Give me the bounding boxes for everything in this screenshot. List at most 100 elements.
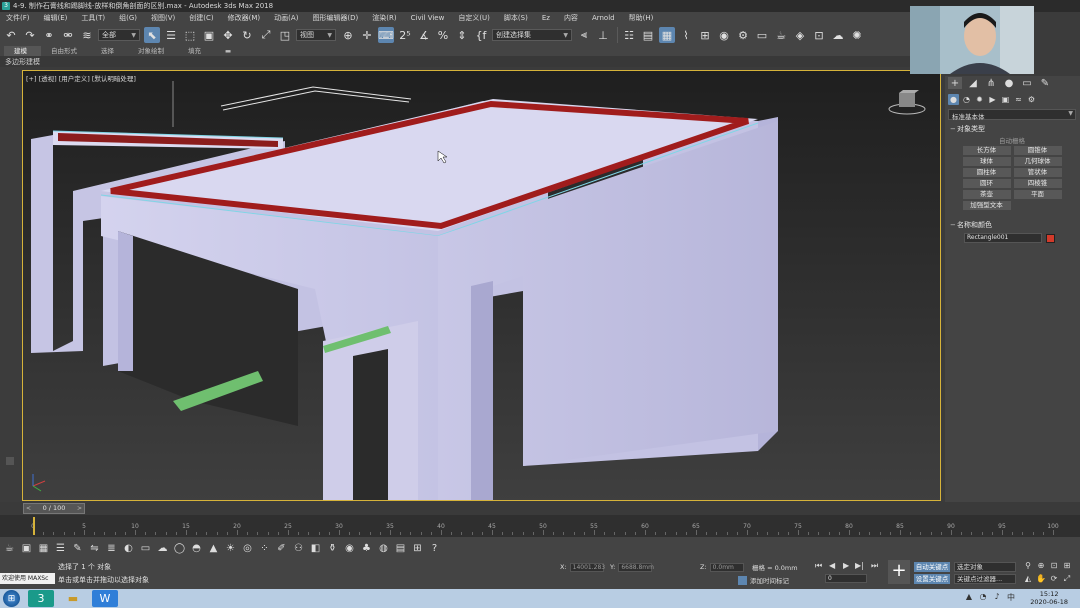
motion-tab-icon[interactable]: ● <box>1002 77 1016 89</box>
select-object-icon[interactable]: ⬉ <box>144 27 160 43</box>
menu-scripting[interactable]: 脚本(S) <box>498 13 536 23</box>
prev-frame-arrow[interactable]: < <box>26 504 31 513</box>
snap-icon[interactable]: 2⁵ <box>397 27 413 43</box>
name-color-header[interactable]: −名称和颜色 <box>948 220 1076 230</box>
shapes-tool-icon[interactable]: ◯ <box>173 542 186 555</box>
start-button-icon[interactable]: ⊞ <box>3 590 20 607</box>
time-slider[interactable]: < 0 / 100 > <box>0 502 1080 515</box>
unlink-icon[interactable]: ⚮ <box>60 27 76 43</box>
3dsmax-taskbar-icon[interactable]: 3 <box>28 590 54 607</box>
paint-icon[interactable]: ✎ <box>71 542 84 555</box>
set-key-icon[interactable]: + <box>888 560 910 584</box>
menu-help[interactable]: 帮助(H) <box>623 13 662 23</box>
script-listener-icon[interactable]: ☕ <box>3 542 16 555</box>
auto-key-button[interactable]: 自动关键点 <box>914 562 950 572</box>
set-key-button[interactable]: 设置关键点 <box>914 574 950 584</box>
list-icon[interactable]: ☰ <box>54 542 67 555</box>
link-icon[interactable]: ⚭ <box>41 27 57 43</box>
brush-icon[interactable]: ✐ <box>275 542 288 555</box>
menu-file[interactable]: 文件(F) <box>0 13 38 23</box>
volume-icon[interactable]: ♪ <box>992 592 1002 604</box>
file-explorer-icon[interactable]: ▬ <box>60 590 86 607</box>
perspective-viewport[interactable]: [+] [透视] [用户定义] [默认明暗处理] <box>22 70 941 501</box>
zoom-icon[interactable]: ⚲ <box>1022 561 1034 573</box>
render-setup-icon[interactable]: ⚙ <box>735 27 751 43</box>
rendered-frame-icon[interactable]: ▭ <box>754 27 770 43</box>
mask-icon[interactable]: ◐ <box>122 542 135 555</box>
pan-icon[interactable]: ✋ <box>1035 574 1047 586</box>
menu-group[interactable]: 组(G) <box>113 13 145 23</box>
table-icon[interactable]: ▦ <box>37 542 50 555</box>
scene-explorer-icon[interactable]: ▤ <box>640 27 656 43</box>
selection-filter-dropdown[interactable]: 全部 ▼ <box>98 29 140 41</box>
redo-icon[interactable]: ↷ <box>22 27 38 43</box>
active-shade-icon[interactable]: ⊡ <box>811 27 827 43</box>
menu-customize[interactable]: 自定义(U) <box>452 13 498 23</box>
vase-icon[interactable]: ⚱ <box>326 542 339 555</box>
textplus-button[interactable]: 加强型文本 <box>962 201 1011 210</box>
arnold-icon[interactable]: ✺ <box>849 27 865 43</box>
key-filters-button[interactable]: 关键点过滤器... <box>954 574 1016 584</box>
dots-icon[interactable]: ⁘ <box>258 542 271 555</box>
current-frame-field[interactable]: 0 <box>825 574 867 583</box>
tray-arrow-icon[interactable]: ▲ <box>964 592 974 604</box>
input-method-icon[interactable]: 中 <box>1006 592 1016 604</box>
globe-icon[interactable]: ◍ <box>377 542 390 555</box>
tab-selection[interactable]: 选择 <box>91 46 128 56</box>
sphere-button[interactable]: 球体 <box>962 157 1011 166</box>
material-editor-icon[interactable]: ◉ <box>716 27 732 43</box>
bind-space-warp-icon[interactable]: ≋ <box>79 27 95 43</box>
schematic-icon[interactable]: ⊞ <box>697 27 713 43</box>
layers-icon[interactable]: ≣ <box>105 542 118 555</box>
viewport-label[interactable]: [+] [透视] [用户定义] [默认明暗处理] <box>26 73 136 83</box>
tab-populate[interactable]: 填充 <box>178 46 215 56</box>
menu-arnold[interactable]: Arnold <box>586 14 623 22</box>
box-button[interactable]: 长方体 <box>962 146 1011 155</box>
display-tab-icon[interactable]: ▭ <box>1020 77 1034 89</box>
tab-object-paint[interactable]: 对象绘制 <box>128 46 178 56</box>
people-icon[interactable]: ⚇ <box>292 542 305 555</box>
folder-icon[interactable]: ▭ <box>139 542 152 555</box>
utilities-tab-icon[interactable]: ✎ <box>1038 77 1052 89</box>
scale-icon[interactable]: ⤢ <box>258 27 274 43</box>
plane-button[interactable]: 平面 <box>1013 190 1062 199</box>
menu-rendering[interactable]: 渲染(R) <box>366 13 404 23</box>
expand-handle-icon[interactable] <box>6 457 14 465</box>
cone-tool-icon[interactable]: ▲ <box>207 542 220 555</box>
tube-button[interactable]: 管状体 <box>1013 168 1062 177</box>
object-type-header[interactable]: −对象类型 <box>948 124 1076 134</box>
keyboard-shortcut-override-icon[interactable]: ⌨ <box>378 27 394 43</box>
ribbon-toggle-icon[interactable]: ▬ <box>215 46 245 56</box>
select-manipulate-icon[interactable]: ✛ <box>359 27 375 43</box>
reference-coord-dropdown[interactable]: 视图 ▼ <box>296 29 336 41</box>
menu-animation[interactable]: 动画(A) <box>268 13 306 23</box>
cylinder-button[interactable]: 圆柱体 <box>962 168 1011 177</box>
shapes-icon[interactable]: ◔ <box>961 94 972 105</box>
zoom-all-icon[interactable]: ⊕ <box>1035 561 1047 573</box>
add-time-tag[interactable]: 添加时间标记 <box>738 575 789 585</box>
move-icon[interactable]: ✥ <box>220 27 236 43</box>
x-coordinate-field[interactable]: 14001.283 <box>569 562 605 572</box>
object-color-swatch[interactable] <box>1046 233 1055 243</box>
geometry-icon[interactable]: ● <box>948 93 959 105</box>
render-icon[interactable]: ☕ <box>773 27 789 43</box>
tree-icon[interactable]: ♣ <box>360 542 373 555</box>
hat-icon[interactable]: ◓ <box>190 542 203 555</box>
layer-icon[interactable]: ☷ <box>621 27 637 43</box>
pyramid-button[interactable]: 四棱锥 <box>1013 179 1062 188</box>
sun-icon[interactable]: ☀ <box>224 542 237 555</box>
pot-icon[interactable]: ◉ <box>343 542 356 555</box>
cameras-icon[interactable]: ▶ <box>987 94 998 105</box>
go-to-start-icon[interactable]: ⏮ <box>815 561 822 571</box>
geosphere-button[interactable]: 几何球体 <box>1013 157 1062 166</box>
align-icon[interactable]: ⊥ <box>595 27 611 43</box>
object-name-field[interactable]: Rectangle001 <box>964 233 1042 243</box>
menu-tools[interactable]: 工具(T) <box>75 13 113 23</box>
fov-icon[interactable]: ◭ <box>1022 574 1034 586</box>
menu-ez[interactable]: Ez <box>536 14 558 22</box>
key-mode-dropdown[interactable]: 选定对象 <box>954 562 1016 572</box>
create-tab-icon[interactable]: + <box>948 77 962 89</box>
systems-icon[interactable]: ⚙ <box>1026 94 1037 105</box>
cone-button[interactable]: 圆锥体 <box>1013 146 1062 155</box>
category-dropdown[interactable]: 标准基本体 ▼ <box>948 109 1076 121</box>
